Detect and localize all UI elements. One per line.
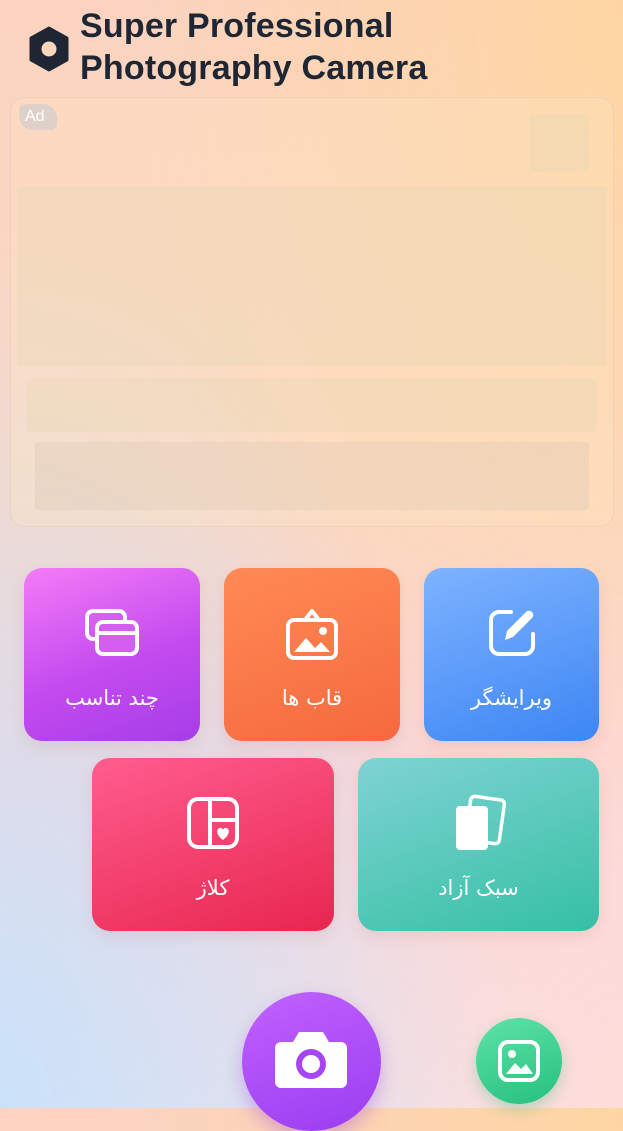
collage-heart-icon xyxy=(187,797,239,849)
app-header: Super Professional Photography Camera xyxy=(0,0,623,95)
multi-ratio-label: چند تناسب xyxy=(65,686,159,710)
camera-button[interactable] xyxy=(242,992,381,1131)
gallery-icon xyxy=(498,1040,540,1082)
ad-badge: Ad xyxy=(19,104,57,130)
freestyle-cards-icon xyxy=(455,794,506,850)
ad-media-placeholder xyxy=(17,186,607,366)
collage-label: کلاژ xyxy=(196,876,230,900)
frames-label: قاب ها xyxy=(281,686,343,710)
ad-cta-placeholder xyxy=(35,442,589,510)
ad-icon-placeholder xyxy=(529,114,589,172)
editor-label: ویرایشگر xyxy=(470,686,553,710)
freestyle-label: سبک آزاد xyxy=(438,876,519,900)
frames-tile[interactable]: قاب ها xyxy=(224,568,400,741)
app-title: Super Professional Photography Camera xyxy=(80,5,600,89)
gallery-button[interactable] xyxy=(476,1018,562,1104)
editor-tile[interactable]: ویرایشگر xyxy=(424,568,599,741)
app-title-line1: Super Professional xyxy=(80,7,394,45)
app-title-line2: Photography Camera xyxy=(80,49,428,87)
multi-ratio-icon xyxy=(85,609,139,656)
camera-icon xyxy=(275,1032,347,1088)
multi-ratio-tile[interactable]: چند تناسب xyxy=(24,568,200,741)
ad-banner[interactable]: Ad xyxy=(10,97,614,527)
collage-tile[interactable]: کلاژ xyxy=(92,758,334,931)
freestyle-tile[interactable]: سبک آزاد xyxy=(358,758,599,931)
ad-text-placeholder xyxy=(27,378,597,432)
frame-picture-icon xyxy=(286,609,338,660)
hexagon-camera-logo-icon xyxy=(29,26,69,72)
edit-icon xyxy=(488,610,535,656)
